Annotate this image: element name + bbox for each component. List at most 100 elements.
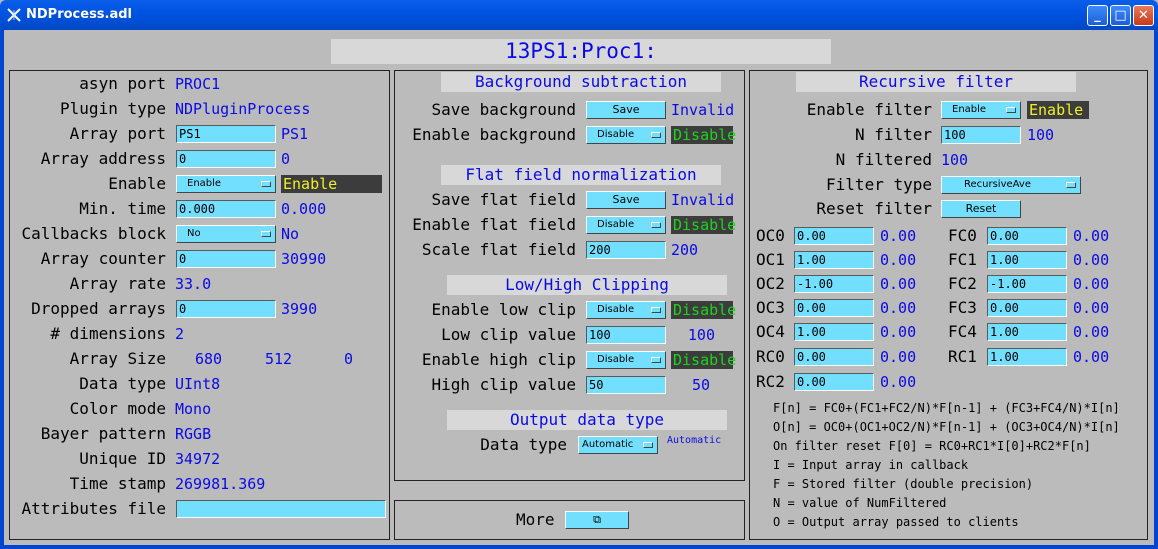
callbacks-block-menu-value: No — [187, 228, 201, 239]
high-clip-value-readback: 50 — [691, 376, 710, 394]
save-flat-field-status: Invalid — [671, 191, 735, 209]
enable-filter-label: Enable filter — [806, 100, 932, 119]
min-time-readback: 0.000 — [281, 200, 327, 218]
help-line-input-def: I = Input array in callback — [773, 458, 969, 472]
asyn-port-value: PROC1 — [175, 75, 221, 93]
enable-status: Enable — [281, 175, 382, 193]
dropped-arrays-input[interactable]: 0 — [176, 300, 276, 318]
fc3-input[interactable]: 0.00 — [987, 299, 1067, 317]
pv-prefix-title: 13PS1:Proc1: — [331, 39, 831, 64]
rc0-label: RC0 — [756, 347, 785, 366]
more-label: More — [516, 510, 555, 529]
output-data-type-menu[interactable]: Automatic — [578, 436, 658, 454]
scale-flat-field-input[interactable]: 200 — [586, 241, 666, 259]
title-bar[interactable]: NDProcess.adl _ □ ✕ — [0, 0, 1158, 30]
enable-high-clip-label: Enable high clip — [421, 350, 576, 369]
enable-high-clip-menu[interactable]: Disable — [586, 351, 666, 369]
plugin-type-label: Plugin type — [60, 99, 166, 118]
reset-filter-label: Reset filter — [816, 199, 932, 218]
fc0-input[interactable]: 0.00 — [987, 227, 1067, 245]
enable-flat-field-menu[interactable]: Disable — [586, 216, 666, 234]
app-icon — [7, 8, 21, 22]
reset-filter-button[interactable]: Reset — [941, 200, 1021, 218]
save-flat-field-label: Save flat field — [431, 190, 577, 209]
min-time-label: Min. time — [79, 199, 166, 218]
recursive-filter-title: Recursive filter — [796, 72, 1076, 92]
enable-filter-menu[interactable]: Enable — [941, 101, 1021, 119]
dropped-arrays-readback: 3990 — [281, 300, 318, 318]
maximize-button[interactable]: □ — [1110, 5, 1131, 26]
rc2-readback: 0.00 — [880, 373, 917, 391]
oc4-input[interactable]: 1.00 — [794, 323, 874, 341]
oc3-input[interactable]: 0.00 — [794, 299, 874, 317]
enable-flat-field-status: Disable — [671, 216, 737, 234]
oc0-input[interactable]: 0.00 — [794, 227, 874, 245]
close-button[interactable]: ✕ — [1133, 5, 1154, 26]
background-subtraction-title: Background subtraction — [441, 72, 721, 92]
enable-high-clip-status: Disable — [671, 351, 737, 369]
save-background-button[interactable]: Save — [586, 101, 666, 119]
close-icon: ✕ — [1138, 8, 1149, 23]
fc1-label: FC1 — [948, 250, 977, 269]
enable-background-menu[interactable]: Disable — [586, 126, 666, 144]
fc4-label: FC4 — [948, 322, 977, 341]
menu-marker-icon — [261, 231, 271, 237]
rc0-readback: 0.00 — [880, 348, 917, 366]
array-port-input[interactable]: PS1 — [176, 125, 276, 143]
n-filter-readback: 100 — [1027, 126, 1055, 144]
fc4-readback: 0.00 — [1073, 323, 1110, 341]
oc2-input[interactable]: -1.00 — [794, 275, 874, 293]
array-counter-readback: 30990 — [281, 250, 327, 268]
save-flat-field-button[interactable]: Save — [586, 191, 666, 209]
enable-menu[interactable]: Enable — [176, 175, 276, 193]
fc0-readback: 0.00 — [1073, 227, 1110, 245]
callbacks-block-label: Callbacks block — [21, 224, 167, 243]
help-line-output-equation: O[n] = OC0+(OC1+OC2/N)*F[n-1] + (OC3+OC4… — [773, 420, 1120, 434]
rc0-input[interactable]: 0.00 — [794, 348, 874, 366]
n-filter-input[interactable]: 100 — [941, 126, 1021, 144]
enable-background-status: Disable — [671, 126, 737, 144]
rc2-input[interactable]: 0.00 — [794, 373, 874, 391]
high-clip-value-input[interactable]: 50 — [586, 376, 666, 394]
fc2-label: FC2 — [948, 274, 977, 293]
fc1-input[interactable]: 1.00 — [987, 251, 1067, 269]
more-related-display-button[interactable]: ⧉ — [565, 511, 629, 529]
oc1-label: OC1 — [756, 250, 785, 269]
min-time-input[interactable]: 0.000 — [176, 200, 276, 218]
menu-marker-icon — [651, 132, 661, 138]
time-stamp-label: Time stamp — [69, 474, 166, 493]
help-line-filter-def: F = Stored filter (double precision) — [773, 477, 1034, 491]
fc4-input[interactable]: 1.00 — [987, 323, 1067, 341]
window-frame-left — [0, 30, 4, 549]
oc0-label: OC0 — [756, 226, 785, 245]
oc3-label: OC3 — [756, 298, 785, 317]
array-size-label: Array Size — [69, 349, 166, 368]
rc1-label: RC1 — [948, 347, 977, 366]
unique-id-label: Unique ID — [79, 449, 166, 468]
rc1-input[interactable]: 1.00 — [987, 348, 1067, 366]
dropped-arrays-label: Dropped arrays — [31, 299, 166, 318]
low-clip-value-input[interactable]: 100 — [586, 326, 666, 344]
window-title: NDProcess.adl — [26, 7, 133, 22]
fc3-label: FC3 — [948, 298, 977, 317]
data-type-value: UInt8 — [175, 375, 221, 393]
attributes-file-input[interactable] — [176, 500, 386, 518]
help-line-filter-equation: F[n] = FC0+(FC1+FC2/N)*F[n-1] + (FC3+FC4… — [773, 401, 1120, 415]
oc1-input[interactable]: 1.00 — [794, 251, 874, 269]
scale-flat-field-label: Scale flat field — [421, 240, 576, 259]
array-size-x: 680 — [195, 350, 223, 368]
filter-type-menu[interactable]: RecursiveAve — [941, 176, 1081, 194]
array-counter-input[interactable]: 0 — [176, 250, 276, 268]
help-line-output-def: O = Output array passed to clients — [773, 515, 1019, 529]
enable-menu-value: Enable — [187, 178, 222, 189]
menu-marker-icon — [651, 307, 661, 313]
minimize-button[interactable]: _ — [1087, 5, 1108, 26]
fc2-input[interactable]: -1.00 — [987, 275, 1067, 293]
array-address-input[interactable]: 0 — [176, 150, 276, 168]
oc4-label: OC4 — [756, 322, 785, 341]
rc2-label: RC2 — [756, 372, 785, 391]
menu-marker-icon — [1006, 107, 1016, 113]
callbacks-block-menu[interactable]: No — [176, 225, 276, 243]
time-stamp-value: 269981.369 — [175, 475, 266, 493]
enable-low-clip-menu[interactable]: Disable — [586, 301, 666, 319]
